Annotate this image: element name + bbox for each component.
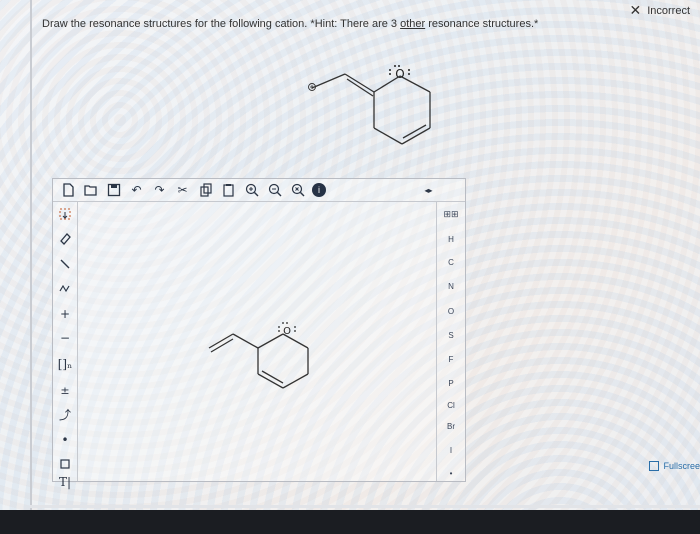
fullscreen-icon [649,461,660,471]
question-molecule: O [308,65,431,145]
open-icon[interactable] [82,182,99,199]
element-N[interactable]: N [437,282,465,291]
fullscreen-button[interactable]: Fullscree [649,461,700,471]
element-Cl[interactable]: Cl [437,401,465,410]
element-palette: ⊞⊞ H C N O S F P Cl Br I • [436,201,465,481]
periodic-table-icon[interactable]: ⊞⊞ [437,209,465,220]
status-indicator: ✕ Incorrect [629,2,690,19]
page-left-border [30,0,32,510]
editor-top-toolbar: ↶ ↷ ✂ i ◂▸ [53,179,465,202]
question-text-part: resonance structures.* [425,18,539,30]
select-icon[interactable] [53,205,77,223]
double-bond-line [261,370,284,384]
plus-minus-icon[interactable]: ± [53,381,77,399]
paste-icon[interactable] [220,182,237,199]
save-icon[interactable] [105,182,122,199]
electron-dot-icon[interactable]: • [53,431,77,449]
bond [311,73,346,89]
rectangle-icon[interactable] [53,455,77,473]
drawn-molecule[interactable]: O [203,314,333,394]
element-Br[interactable]: Br [437,422,465,431]
oxygen-atom-label: O [283,326,291,337]
question-text: Draw the resonance structures for the fo… [42,18,538,30]
bond [232,333,259,349]
element-F[interactable]: F [437,355,465,364]
bond [282,373,309,389]
zoom-out-icon[interactable] [266,182,283,199]
fullscreen-label: Fullscree [663,461,700,471]
copy-icon[interactable] [197,182,214,199]
new-icon[interactable] [59,182,76,199]
chain-icon[interactable] [53,279,77,297]
element-S[interactable]: S [437,331,465,340]
question-underlined-word: other [400,18,426,30]
text-icon[interactable]: T| [53,473,77,491]
double-bond-line [402,124,427,139]
cut-icon[interactable]: ✂ [174,182,191,199]
element-I[interactable]: I [437,446,465,455]
zoom-in-icon[interactable] [243,182,260,199]
element-O[interactable]: O [437,307,465,316]
bond [344,73,375,93]
element-H[interactable]: H [437,235,465,244]
editor-left-toolbar: + − []ₙ ± ⤴ • T| [53,201,78,489]
single-bond-icon[interactable] [53,255,77,273]
positive-charge-icon[interactable]: + [53,305,77,323]
palette-more-dot[interactable]: • [437,469,465,478]
question-text-part: Draw the resonance structures for the fo… [42,18,401,30]
double-bond-line [346,78,374,97]
negative-charge-icon[interactable]: − [53,329,77,347]
bond [373,127,403,145]
expand-arrows-icon[interactable]: ◂▸ [420,182,437,199]
page-bottom-border [30,505,700,508]
element-C[interactable]: C [437,258,465,267]
screen-bottom-bezel [0,510,700,534]
info-icon[interactable]: i [312,183,326,197]
x-icon: ✕ [629,2,642,18]
undo-icon[interactable]: ↶ [128,182,145,199]
arrow-icon[interactable]: ⤴ [53,405,77,423]
status-label: Incorrect [647,4,690,17]
redo-icon[interactable]: ↷ [151,182,168,199]
erase-icon[interactable] [53,229,77,247]
zoom-reset-icon[interactable] [289,182,306,199]
bracket-icon[interactable]: []ₙ [53,355,77,373]
structure-editor[interactable]: ↶ ↷ ✂ i ◂▸ + − []ₙ ± ⤴ • T| ⊞⊞ H C N O S… [52,178,466,489]
oxygen-atom-label: O [395,67,404,81]
bond [257,333,284,349]
element-P[interactable]: P [437,379,465,388]
